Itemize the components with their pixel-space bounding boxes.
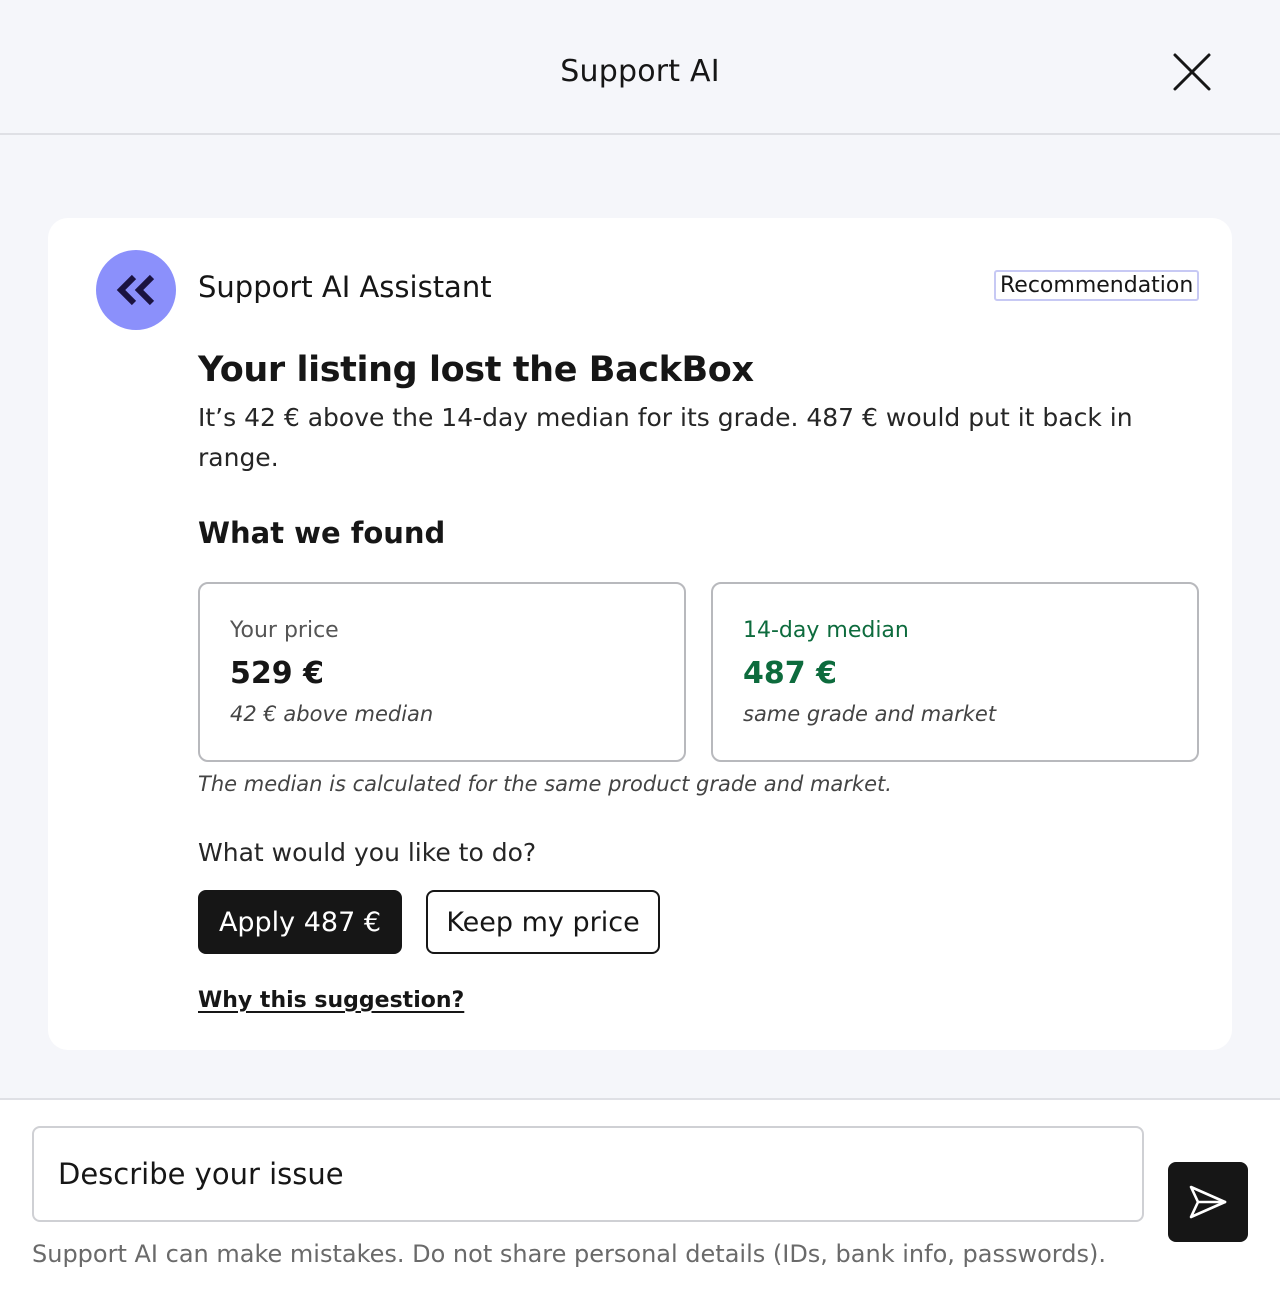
header: Support AI — [0, 0, 1280, 135]
action-question: What would you like to do? — [198, 838, 537, 867]
send-button[interactable] — [1168, 1162, 1248, 1242]
close-button[interactable] — [1166, 46, 1218, 98]
issue-input[interactable] — [32, 1126, 1144, 1222]
findings-title: What we found — [198, 516, 446, 550]
close-icon — [1173, 53, 1211, 91]
your-price-label: Your price — [230, 618, 339, 643]
recommendation-headline: Your listing lost the BackBox — [198, 350, 754, 390]
why-suggestion-link[interactable]: Why this suggestion? — [198, 988, 464, 1013]
median-price-card: 14-day median 487 € same grade and marke… — [711, 582, 1199, 762]
ai-disclaimer: Support AI can make mistakes. Do not sha… — [32, 1240, 1106, 1268]
median-footnote: The median is calculated for the same pr… — [198, 772, 892, 796]
panel-title: Support AI — [560, 54, 720, 89]
recommendation-badge: Recommendation — [994, 270, 1200, 301]
assistant-avatar — [96, 250, 176, 330]
your-price-card: Your price 529 € 42 € above median — [198, 582, 686, 762]
send-icon — [1189, 1185, 1227, 1219]
median-price-note: same grade and market — [743, 702, 997, 726]
median-price-label: 14-day median — [743, 618, 909, 643]
your-price-note: 42 € above median — [230, 702, 434, 726]
double-chevron-left-icon — [116, 274, 155, 306]
assistant-name: Support AI Assistant — [198, 270, 492, 304]
apply-price-button[interactable]: Apply 487 € — [198, 890, 402, 954]
message-composer: Support AI can make mistakes. Do not sha… — [0, 1098, 1280, 1300]
support-ai-panel: Support AI Support AI Assistant Recommen… — [0, 0, 1280, 1300]
keep-price-button[interactable]: Keep my price — [426, 890, 660, 954]
recommendation-card: Support AI Assistant Recommendation Your… — [48, 218, 1232, 1050]
median-price-value: 487 € — [743, 656, 837, 691]
recommendation-summary: It’s 42 € above the 14-day median for it… — [198, 403, 1133, 472]
your-price-value: 529 € — [230, 656, 324, 691]
